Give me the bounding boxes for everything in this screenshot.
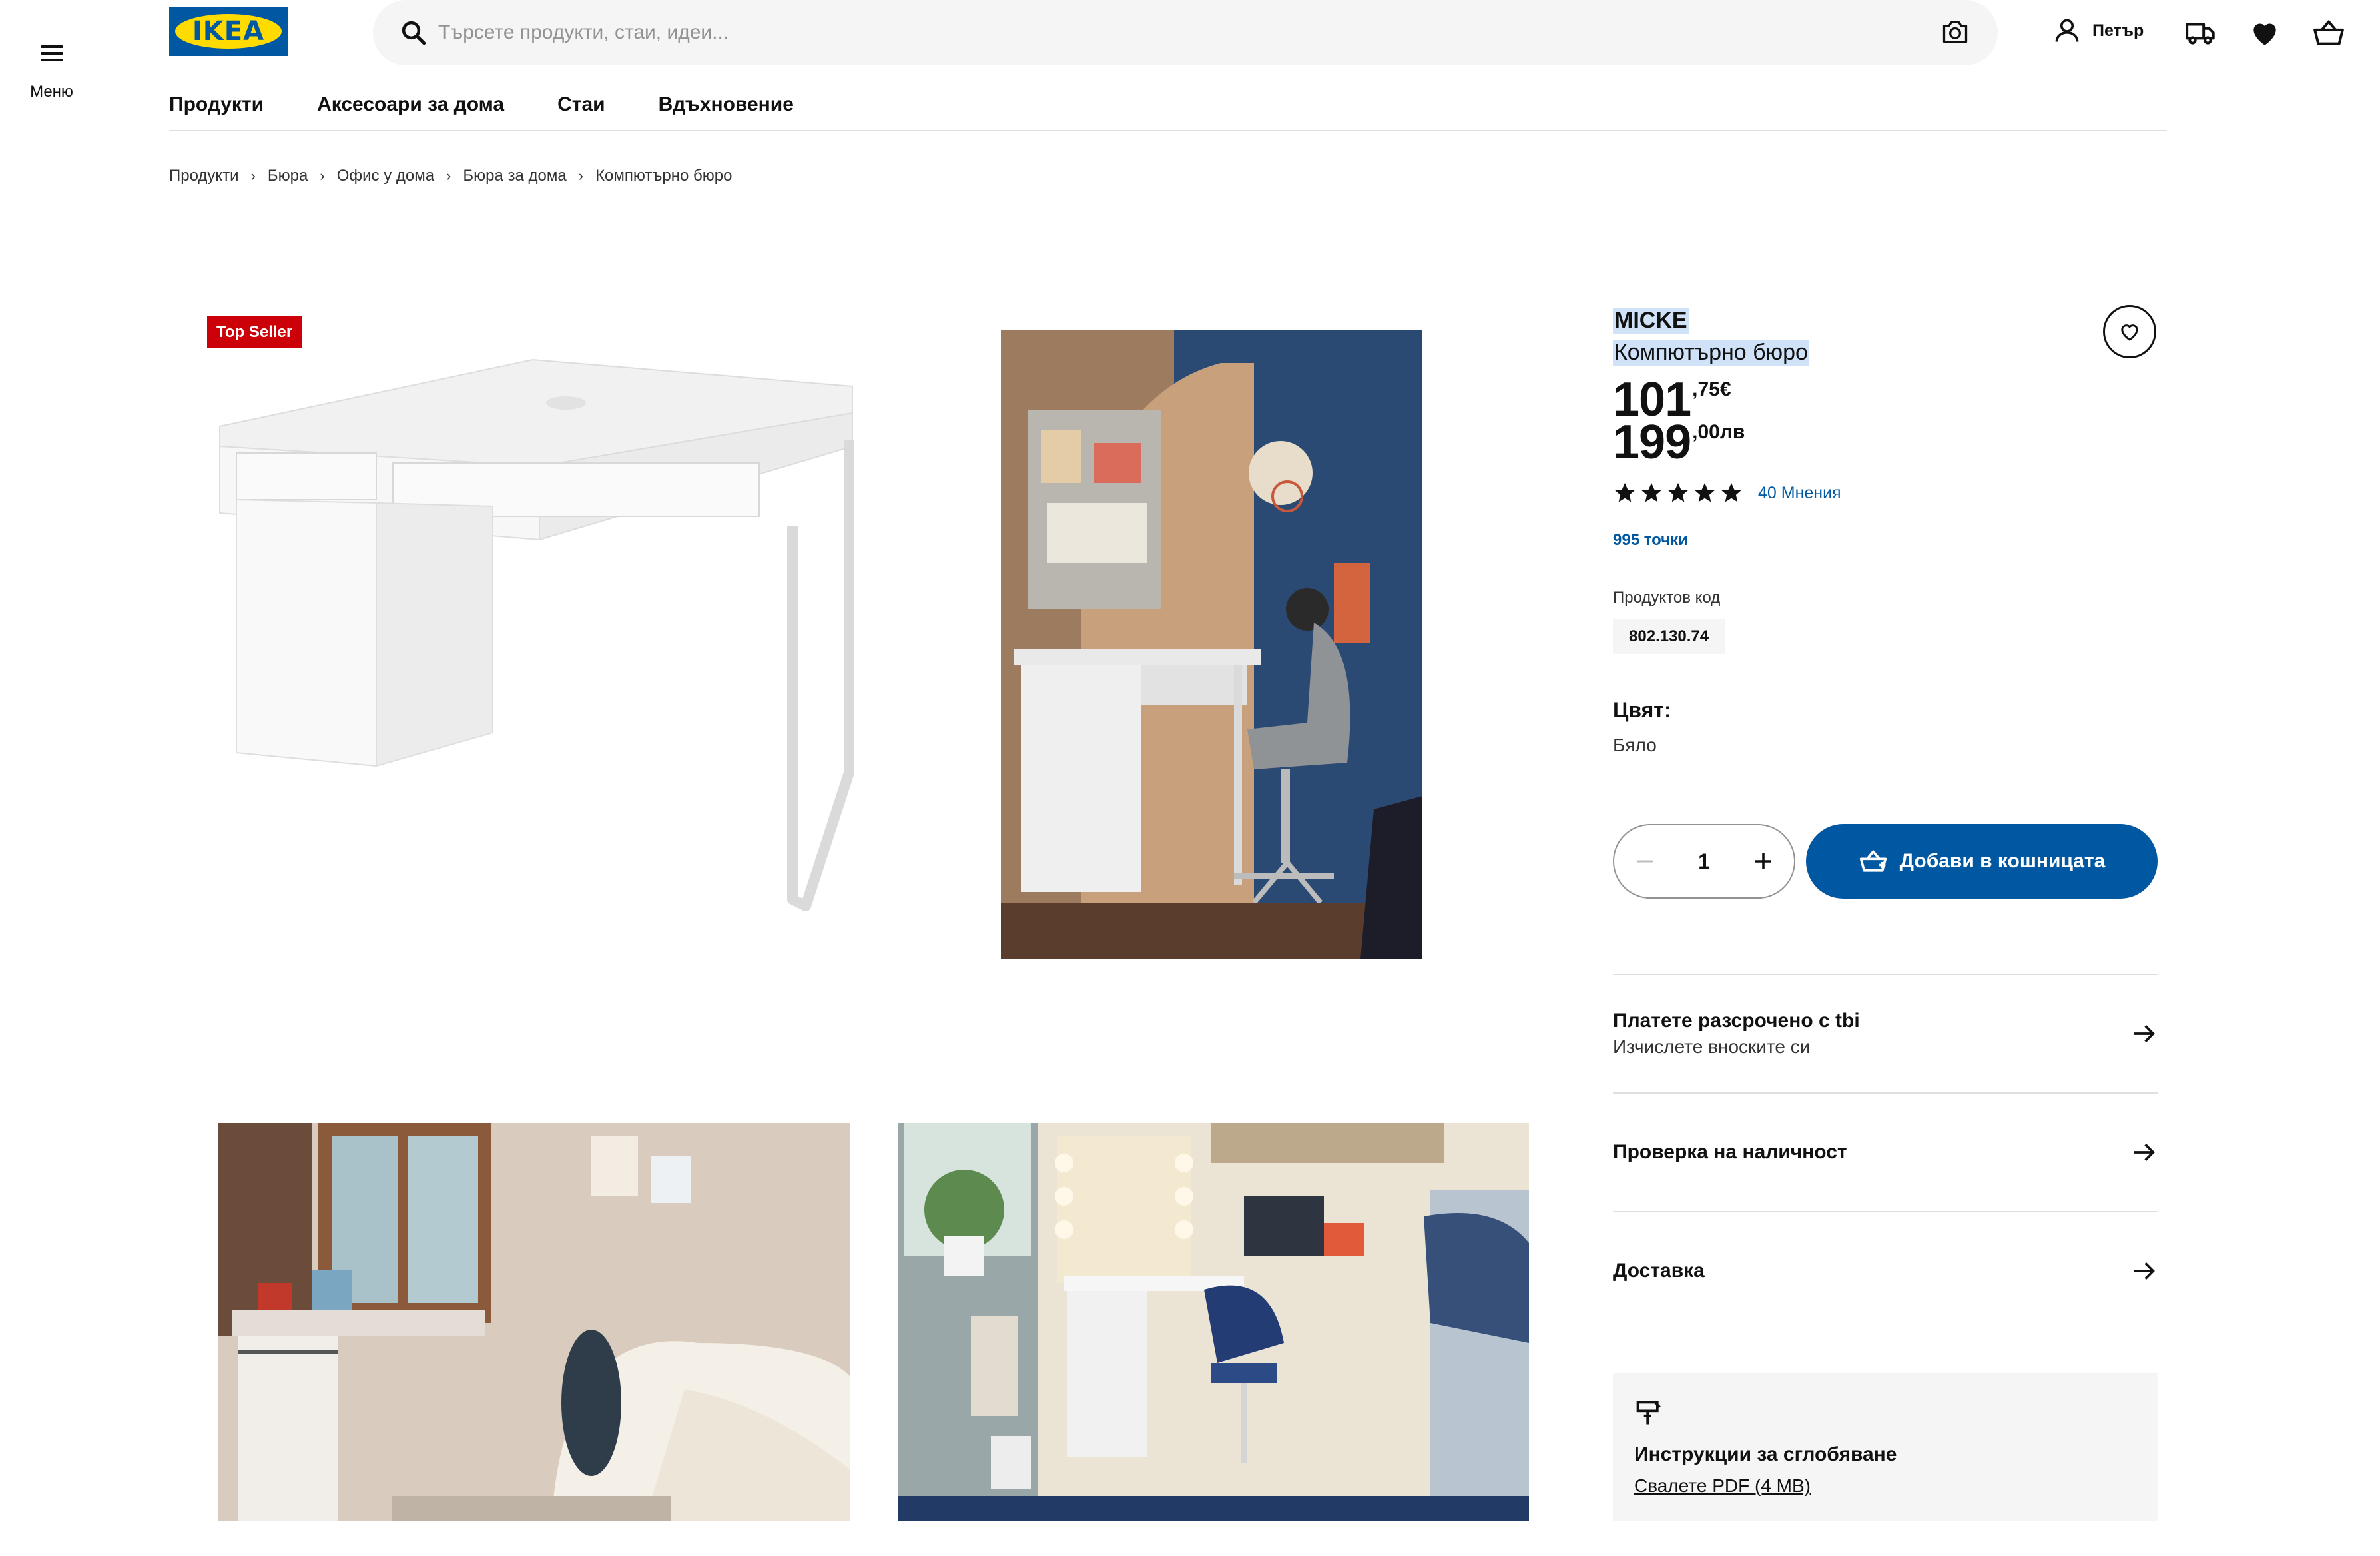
assembly-instructions: Инструкции за сглобяване Свалете PDF (4 … <box>1613 1373 2158 1521</box>
heart-outline-icon <box>2121 324 2138 341</box>
menu-button[interactable]: Меню <box>27 40 77 101</box>
price-bgn-whole: 199 <box>1613 416 1691 469</box>
star-icon <box>1615 483 1635 502</box>
quantity-value[interactable]: 1 <box>1698 849 1710 874</box>
star-icon <box>1721 483 1741 502</box>
nav-rooms[interactable]: Стаи <box>557 93 605 116</box>
nav-products[interactable]: Продукти <box>169 93 264 116</box>
breadcrumb-item[interactable]: Офис у дома <box>337 167 434 185</box>
camera-icon[interactable] <box>1940 17 1970 47</box>
installments-subtitle: Изчислете вноските си <box>1613 1036 1811 1057</box>
account-link[interactable]: Петър <box>2052 16 2144 45</box>
search-bar <box>373 0 1998 65</box>
quantity-stepper: 1 <box>1613 824 1795 899</box>
search-icon <box>402 21 426 45</box>
delivery-row[interactable]: Доставка <box>1613 1211 2158 1330</box>
delivery-title: Доставка <box>1613 1260 1705 1282</box>
search-input[interactable] <box>438 0 1903 65</box>
arrow-right-icon <box>2134 1025 2155 1042</box>
add-to-favorites-button[interactable] <box>2103 305 2156 358</box>
favorites-heart-icon[interactable] <box>2248 16 2281 49</box>
breadcrumb-item[interactable]: Бюра <box>268 167 308 185</box>
hamburger-icon <box>40 45 63 61</box>
reviews-link[interactable]: 40 Мнения <box>1758 484 1841 503</box>
nav-divider <box>169 130 2167 131</box>
top-seller-badge: Top Seller <box>207 316 302 348</box>
price-bgn: 199 ,00лв <box>1613 416 1745 469</box>
arrow-right-icon <box>2134 1262 2155 1280</box>
menu-label: Меню <box>30 83 73 101</box>
breadcrumb-item[interactable]: Компютърно бюро <box>595 167 732 185</box>
product-image-room-3[interactable] <box>898 1123 1529 1521</box>
nav-inspiration[interactable]: Вдъхновение <box>659 93 794 116</box>
assembly-tool-icon <box>1636 1401 1661 1425</box>
user-icon <box>2055 19 2079 42</box>
ikea-logo[interactable]: IKEA <box>169 7 288 56</box>
color-value: Бяло <box>1613 735 1657 755</box>
product-name: MICKE <box>1613 308 1689 334</box>
assembly-title: Инструкции за сглобяване <box>1634 1443 1897 1465</box>
basket-plus-icon <box>1859 850 1887 872</box>
minus-icon[interactable] <box>1633 849 1657 873</box>
chevron-right-icon: › <box>320 167 325 184</box>
plus-icon[interactable] <box>1751 849 1775 873</box>
product-code: 802.130.74 <box>1613 619 1725 654</box>
stock-check-row[interactable]: Проверка на наличност <box>1613 1092 2158 1211</box>
chevron-right-icon: › <box>578 167 584 184</box>
chevron-right-icon: › <box>250 167 256 184</box>
product-code-label: Продуктов код <box>1613 589 1721 607</box>
star-icon <box>1668 483 1688 502</box>
product-description: Компютърно бюро <box>1613 340 1809 366</box>
color-label: Цвят: <box>1613 698 1671 722</box>
shopping-basket-icon[interactable] <box>2312 16 2345 49</box>
chevron-right-icon: › <box>446 167 451 184</box>
arrow-right-icon <box>2134 1144 2155 1161</box>
breadcrumb-item[interactable]: Бюра за дома <box>463 167 566 185</box>
price-bgn-fraction: ,00лв <box>1692 421 1745 443</box>
installments-title: Платете разсрочено с tbi <box>1613 1010 1860 1032</box>
installments-row[interactable]: Платете разсрочено с tbi Изчислете вноск… <box>1613 974 2158 1092</box>
stock-check-title: Проверка на наличност <box>1613 1141 1847 1163</box>
download-pdf-link[interactable]: Свалете PDF (4 MB) <box>1634 1475 2136 1497</box>
loyalty-points: 995 точки <box>1613 531 1688 549</box>
product-image-room-1[interactable] <box>1001 330 1422 959</box>
product-image-main[interactable] <box>206 346 859 946</box>
product-image-room-2[interactable] <box>218 1123 850 1521</box>
rating[interactable]: 40 Мнения <box>1613 481 1841 505</box>
main-nav: Продукти Аксесоари за дома Стаи Вдъхнове… <box>169 93 794 116</box>
breadcrumb-item[interactable]: Продукти <box>169 167 239 185</box>
add-to-cart-button[interactable]: Добави в кошницата <box>1806 824 2158 899</box>
star-icon <box>1641 483 1661 502</box>
breadcrumb: Продукти › Бюра › Офис у дома › Бюра за дом… <box>169 167 732 185</box>
price-eur-whole: 101 <box>1613 373 1691 426</box>
star-icon <box>1695 483 1715 502</box>
delivery-truck-icon[interactable] <box>2184 16 2218 49</box>
price-eur: 101 ,75€ <box>1613 373 1731 426</box>
price-eur-fraction: ,75€ <box>1692 378 1731 400</box>
user-name: Петър <box>2092 21 2144 40</box>
add-to-cart-label: Добави в кошницата <box>1899 850 2106 872</box>
nav-home-accessories[interactable]: Аксесоари за дома <box>317 93 504 116</box>
